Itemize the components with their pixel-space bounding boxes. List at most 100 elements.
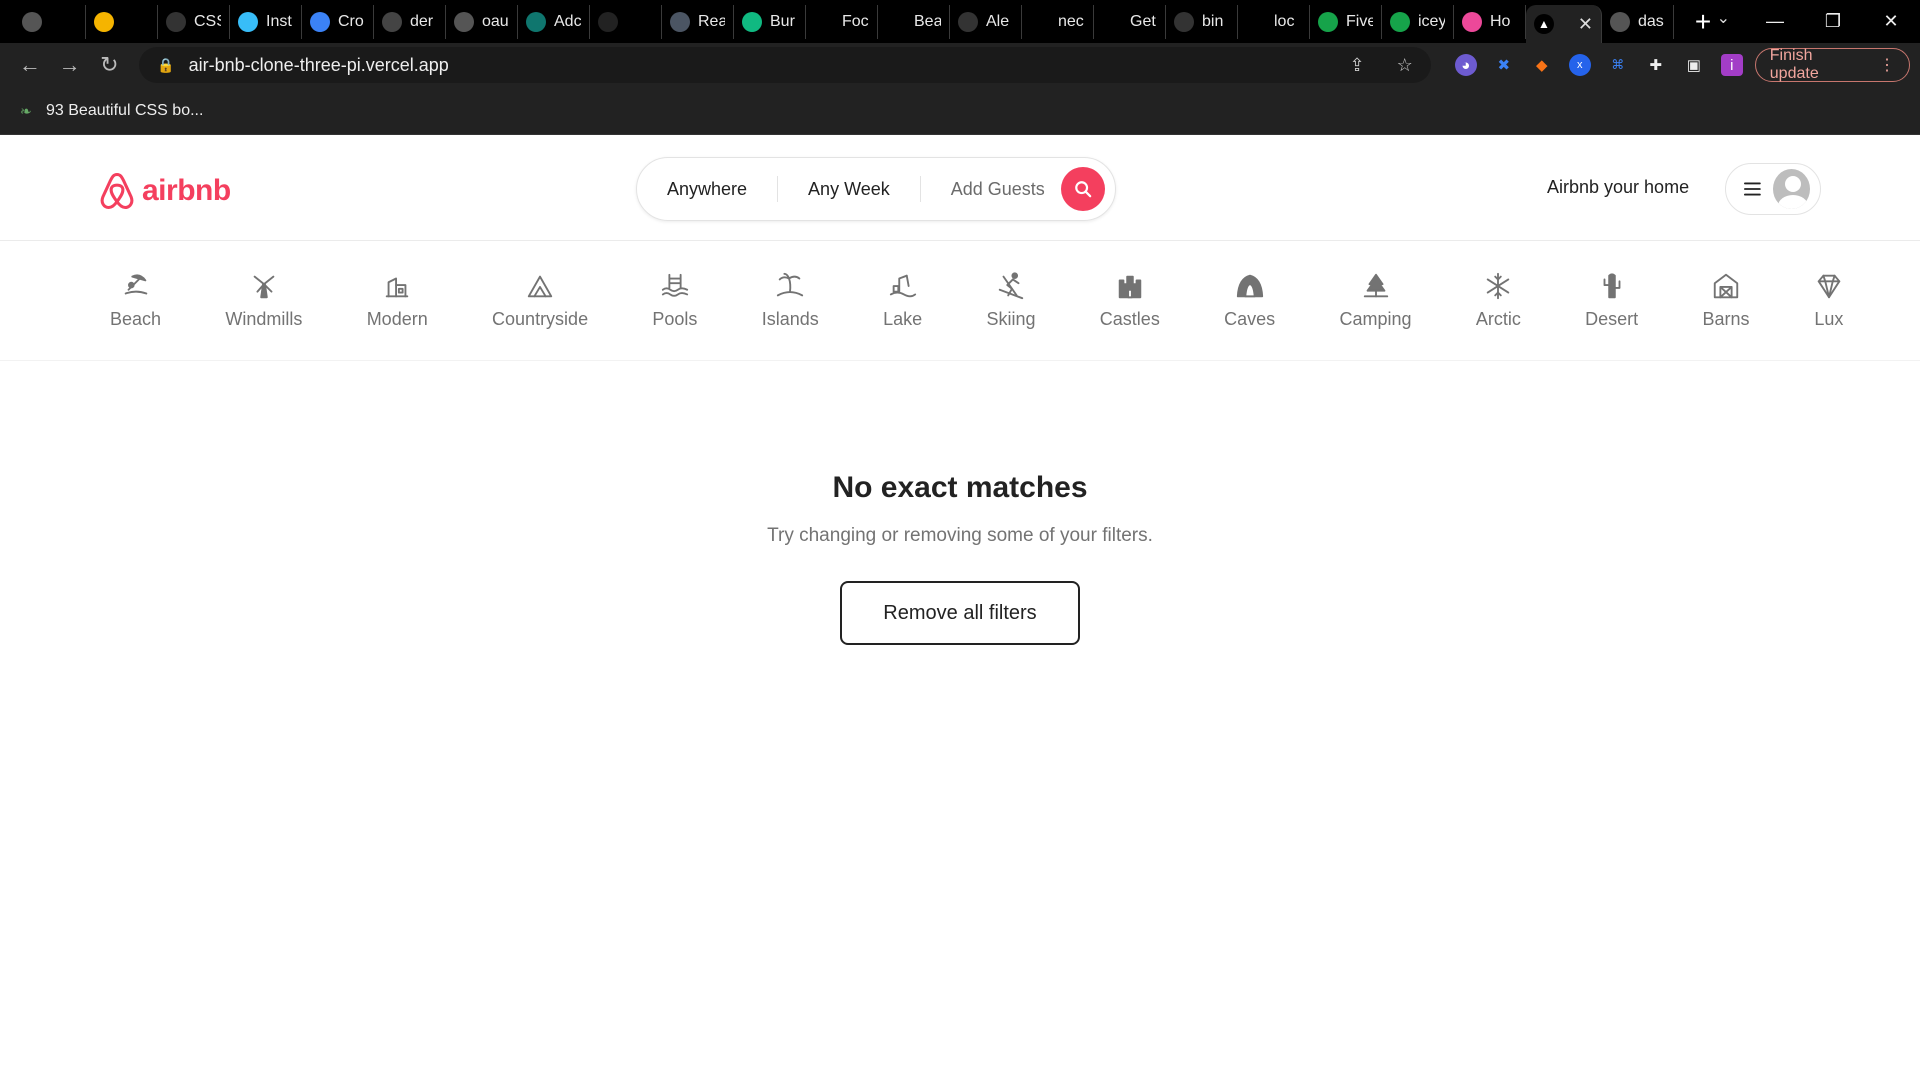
category-camping[interactable]: Camping	[1339, 271, 1412, 330]
profile-avatar[interactable]: i	[1720, 54, 1743, 76]
category-lake[interactable]: Lake	[883, 271, 922, 330]
extension-tool-icon[interactable]: ✖	[1493, 54, 1515, 76]
sidepanel-icon[interactable]: ▣	[1683, 54, 1705, 76]
tab-favicon-icon	[1246, 11, 1266, 32]
snowflake-icon	[1487, 272, 1510, 300]
category-label: Pools	[652, 309, 698, 329]
host-link[interactable]: Airbnb your home	[1547, 177, 1689, 198]
tab-favicon-icon	[1174, 11, 1194, 32]
back-button[interactable]: ←	[10, 52, 50, 78]
tab-favicon-icon	[166, 11, 186, 32]
category-arctic[interactable]: Arctic	[1476, 271, 1521, 330]
user-menu-button[interactable]	[1725, 163, 1821, 215]
browser-tab[interactable]: icey	[1382, 4, 1454, 39]
bookmark-item[interactable]: 93 Beautiful CSS bo...	[46, 102, 203, 120]
reload-button[interactable]: ↻	[89, 52, 129, 78]
extension-ghost-icon[interactable]: ◕	[1454, 54, 1477, 76]
tab-title: icey	[1418, 12, 1445, 30]
new-tab-button[interactable]: +	[1688, 6, 1718, 38]
lock-icon[interactable]: 🔒	[157, 57, 174, 74]
browser-tab[interactable]	[14, 4, 86, 39]
category-windmills[interactable]: Windmills	[225, 271, 302, 330]
browser-tab[interactable]: Rea	[662, 4, 734, 39]
category-label: Lux	[1814, 309, 1844, 329]
search-button[interactable]	[1060, 167, 1105, 211]
forward-button[interactable]: →	[50, 52, 90, 78]
browser-tab[interactable]: Bea	[878, 4, 950, 39]
category-label: Lake	[883, 309, 923, 329]
address-bar[interactable]: 🔒 air-bnb-clone-three-pi.vercel.app ⇪ ☆	[139, 47, 1431, 83]
extensions-puzzle-icon[interactable]: ✚	[1645, 54, 1667, 76]
browser-tab[interactable]: Bur	[734, 4, 806, 39]
minimize-button[interactable]: —	[1746, 11, 1804, 32]
browser-tab[interactable]: Inst	[230, 4, 302, 39]
bookmark-favicon-icon: ❧	[20, 102, 32, 119]
category-label: Desert	[1585, 309, 1639, 329]
browser-tab[interactable]	[86, 4, 158, 39]
category-caves[interactable]: Caves	[1224, 271, 1275, 330]
search-location[interactable]: Anywhere	[637, 176, 779, 202]
tab-title: Get	[1130, 12, 1156, 30]
browser-tab[interactable]: bin	[1166, 4, 1238, 39]
browser-tab[interactable]: CSS	[158, 4, 230, 39]
browser-tab[interactable]	[590, 4, 662, 39]
extension-x-icon[interactable]: x	[1568, 54, 1591, 76]
browser-tab[interactable]: Ho	[1454, 4, 1526, 39]
search-icon	[1074, 181, 1092, 198]
category-countryside[interactable]: Countryside	[492, 271, 588, 330]
category-pools[interactable]: Pools	[652, 271, 697, 330]
browser-tab[interactable]: Foc	[806, 4, 878, 39]
logo-text: airbnb	[142, 174, 231, 207]
category-beach[interactable]: Beach	[110, 271, 161, 330]
hamburger-icon	[1744, 182, 1761, 196]
airbnb-logo[interactable]: airbnb	[98, 171, 231, 211]
cactus-icon	[1603, 273, 1621, 299]
url-text[interactable]: air-bnb-clone-three-pi.vercel.app	[189, 55, 1318, 76]
category-barns[interactable]: Barns	[1702, 271, 1750, 330]
castle-icon	[1118, 275, 1142, 299]
browser-tab[interactable]: Get	[1094, 4, 1166, 39]
tab-title: loc	[1274, 12, 1295, 30]
restore-button[interactable]: ❐	[1804, 11, 1862, 32]
browser-tab[interactable]: oau	[446, 4, 518, 39]
browser-tab[interactable]: Five	[1310, 4, 1382, 39]
search-week[interactable]: Any Week	[778, 176, 921, 202]
category-lux[interactable]: Lux	[1814, 271, 1844, 330]
browser-tab[interactable]: loc	[1238, 4, 1310, 39]
category-modern[interactable]: Modern	[367, 271, 428, 330]
browser-tab[interactable]: Cro	[302, 4, 374, 39]
category-label: Beach	[110, 309, 162, 329]
tab-title: der	[410, 12, 434, 30]
browser-tab[interactable]: Adc	[518, 4, 590, 39]
bookmark-star-icon[interactable]: ☆	[1397, 55, 1413, 76]
bookmarks-bar: ❧ 93 Beautiful CSS bo...	[0, 87, 1920, 135]
category-islands[interactable]: Islands	[762, 271, 819, 330]
browser-tab[interactable]: der	[374, 4, 446, 39]
tab-favicon-icon	[94, 11, 114, 32]
tab-favicon-icon: ▲	[1534, 14, 1554, 34]
finish-update-button[interactable]: Finish update ⋮	[1754, 47, 1910, 82]
lake-icon	[889, 274, 916, 298]
more-menu-icon[interactable]: ⋮	[1879, 55, 1895, 75]
tab-search-icon[interactable]: ⌄	[1717, 8, 1730, 28]
category-desert[interactable]: Desert	[1585, 271, 1638, 330]
tab-favicon-icon	[1102, 11, 1122, 32]
extension-grid-icon[interactable]: ⌘	[1607, 54, 1629, 76]
browser-tab[interactable]: nec	[1022, 4, 1094, 39]
search-guests[interactable]: Add Guests	[921, 176, 1061, 202]
mountain-icon	[527, 275, 553, 298]
remove-all-filters-button[interactable]: Remove all filters	[840, 581, 1080, 645]
close-tab-icon[interactable]: ✕	[1578, 14, 1593, 35]
share-icon[interactable]: ⇪	[1350, 55, 1365, 76]
category-label: Countryside	[492, 309, 589, 329]
tab-favicon-icon	[382, 11, 402, 32]
browser-tab[interactable]: das	[1602, 4, 1674, 39]
extension-fox-icon[interactable]: ◆	[1531, 54, 1553, 76]
search-bar[interactable]: Anywhere Any Week Add Guests	[636, 157, 1116, 221]
tab-title: Rea	[698, 12, 725, 30]
category-castles[interactable]: Castles	[1100, 271, 1160, 330]
category-skiing[interactable]: Skiing	[986, 271, 1035, 330]
close-window-button[interactable]: ✕	[1862, 11, 1920, 32]
browser-tab[interactable]: ▲ ✕	[1526, 5, 1602, 43]
browser-tab[interactable]: Ale	[950, 4, 1022, 39]
